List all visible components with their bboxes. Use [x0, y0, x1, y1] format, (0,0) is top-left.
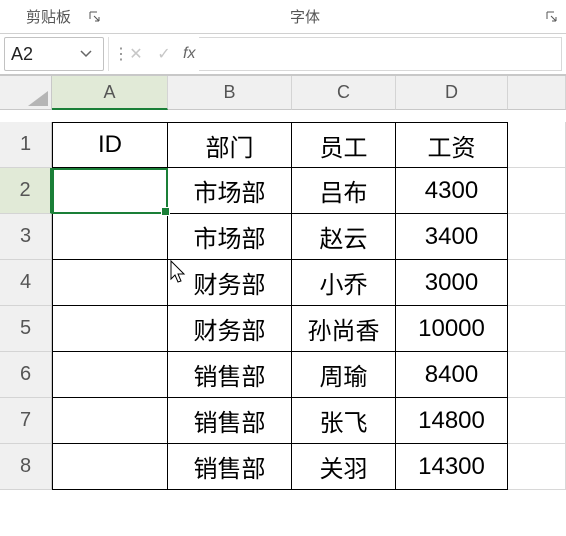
cell[interactable]: 赵云 — [292, 214, 396, 260]
cell[interactable] — [52, 306, 168, 352]
enter-formula-button[interactable]: ✓ — [151, 39, 177, 69]
cell[interactable] — [52, 398, 168, 444]
cell[interactable] — [52, 214, 168, 260]
cell[interactable]: 销售部 — [168, 444, 292, 490]
column-header[interactable]: D — [396, 76, 508, 110]
cell[interactable]: 4300 — [396, 168, 508, 214]
cell[interactable]: 财务部 — [168, 306, 292, 352]
cell[interactable] — [508, 122, 566, 168]
column-header[interactable]: C — [292, 76, 396, 110]
cell[interactable] — [508, 444, 566, 490]
row-header[interactable]: 7 — [0, 398, 52, 444]
cell[interactable] — [52, 352, 168, 398]
cell[interactable]: 吕布 — [292, 168, 396, 214]
cell[interactable]: 员工 — [292, 122, 396, 168]
ribbon-group-clipboard: 剪贴板 — [0, 0, 103, 33]
ribbon-group-label-font: 字体 — [280, 6, 330, 27]
row-header[interactable]: 6 — [0, 352, 52, 398]
cell[interactable]: 3400 — [396, 214, 508, 260]
cell-selected[interactable] — [52, 168, 168, 214]
cell[interactable]: 销售部 — [168, 398, 292, 444]
formula-bar: A2 ⋮ ✕ ✓ fx — [0, 34, 566, 76]
row-header[interactable]: 2 — [0, 168, 52, 214]
cell[interactable] — [508, 306, 566, 352]
cell[interactable]: 工资 — [396, 122, 508, 168]
formula-buttons: ⋮ ✕ ✓ fx — [108, 37, 195, 71]
cell[interactable]: 财务部 — [168, 260, 292, 306]
cell[interactable] — [52, 444, 168, 490]
cell[interactable]: 周瑜 — [292, 352, 396, 398]
row-header[interactable]: 4 — [0, 260, 52, 306]
cell[interactable]: 市场部 — [168, 168, 292, 214]
cell[interactable]: 部门 — [168, 122, 292, 168]
row-header[interactable]: 1 — [0, 122, 52, 168]
cell[interactable]: 14800 — [396, 398, 508, 444]
ribbon-strip: 剪贴板 字体 — [0, 0, 566, 34]
cell[interactable] — [508, 214, 566, 260]
spreadsheet-grid: A B C D 1 ID 部门 员工 工资 2 市场部 吕布 4300 3 市场… — [0, 76, 566, 490]
fx-icon[interactable]: fx — [183, 45, 195, 63]
cell[interactable]: 关羽 — [292, 444, 396, 490]
cell[interactable]: 市场部 — [168, 214, 292, 260]
cell[interactable] — [508, 260, 566, 306]
cell[interactable]: 销售部 — [168, 352, 292, 398]
cancel-formula-button[interactable]: ✕ — [123, 39, 149, 69]
row-header[interactable]: 8 — [0, 444, 52, 490]
row-header[interactable]: 3 — [0, 214, 52, 260]
name-box[interactable]: A2 — [4, 37, 104, 71]
cell[interactable] — [508, 352, 566, 398]
cell[interactable] — [52, 260, 168, 306]
chevron-down-icon[interactable] — [75, 39, 97, 69]
cell[interactable] — [508, 398, 566, 444]
cell[interactable]: 张飞 — [292, 398, 396, 444]
cell[interactable]: 14300 — [396, 444, 508, 490]
cell[interactable]: 3000 — [396, 260, 508, 306]
separator-icon: ⋮ — [113, 44, 121, 64]
column-header[interactable] — [508, 76, 566, 110]
cell[interactable]: ID — [52, 122, 168, 168]
dialog-launcher-icon[interactable] — [87, 9, 103, 25]
cell[interactable]: 孙尚香 — [292, 306, 396, 352]
dialog-launcher-icon[interactable] — [544, 9, 560, 25]
cell[interactable]: 10000 — [396, 306, 508, 352]
name-box-value: A2 — [11, 44, 33, 65]
cell[interactable] — [508, 168, 566, 214]
ribbon-group-label-clipboard: 剪贴板 — [16, 6, 81, 27]
formula-input[interactable] — [199, 37, 562, 71]
row-header[interactable]: 5 — [0, 306, 52, 352]
column-header[interactable]: B — [168, 76, 292, 110]
cell[interactable]: 小乔 — [292, 260, 396, 306]
ribbon-group-font: 字体 — [280, 0, 330, 33]
column-header[interactable]: A — [52, 76, 168, 110]
cell[interactable]: 8400 — [396, 352, 508, 398]
select-all-corner[interactable] — [0, 76, 52, 110]
